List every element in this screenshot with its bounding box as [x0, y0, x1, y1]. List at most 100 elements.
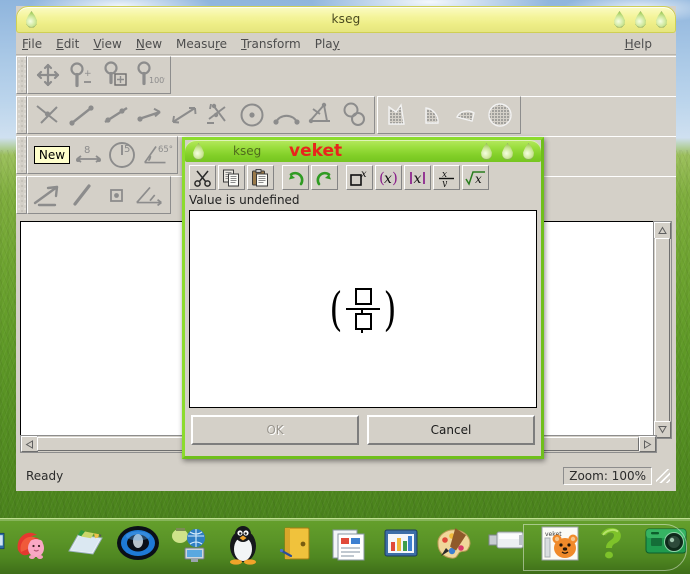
copy-button[interactable] — [218, 165, 245, 190]
taskbar-item-text-editor[interactable] — [59, 521, 112, 572]
main-titlebar[interactable]: kseg — [16, 6, 676, 33]
circle-sector-button[interactable] — [415, 98, 449, 132]
taskbar: veket — [0, 518, 690, 574]
ray-button[interactable] — [99, 98, 133, 132]
taskbar-item-files[interactable] — [270, 521, 323, 572]
menu-edit[interactable]: Edit — [56, 37, 79, 51]
taskbar-item-office[interactable] — [323, 521, 376, 572]
taskbar-item-camera[interactable] — [639, 521, 690, 572]
new-measurement-button[interactable]: New — [28, 138, 72, 172]
measure-angle-button[interactable]: 65° — [140, 138, 174, 172]
maximize-drop-button[interactable] — [633, 11, 646, 27]
new-label: New — [34, 146, 70, 164]
menu-play[interactable]: Play — [315, 37, 340, 51]
vector-button[interactable] — [133, 98, 167, 132]
absolute-x-icon[interactable]: x — [404, 165, 431, 190]
segment-button[interactable] — [65, 98, 99, 132]
minimize-drop-button[interactable] — [479, 143, 492, 159]
taskbar-item-paint[interactable] — [428, 521, 481, 572]
main-window-title: kseg — [17, 7, 675, 32]
taskbar-item-veket-app[interactable]: veket — [534, 521, 587, 572]
canvas-vertical-scrollbar[interactable] — [653, 221, 672, 439]
undo-button[interactable] — [282, 165, 309, 190]
ok-button[interactable]: OK — [191, 415, 359, 445]
redo-button[interactable] — [311, 165, 338, 190]
box-superscript-x-icon[interactable]: x — [346, 165, 373, 190]
taskbar-item-spreadsheet[interactable] — [375, 521, 428, 572]
dialog-titlebar[interactable]: kseg veket — [185, 140, 541, 162]
waterdrop-icon[interactable] — [191, 143, 204, 162]
close-drop-button[interactable] — [521, 143, 534, 159]
parenthesized-x-icon[interactable]: (x) — [375, 165, 402, 190]
scroll-up-button[interactable] — [654, 222, 671, 239]
menubar: File Edit View New Measure Transform Pla… — [16, 33, 676, 55]
denominator-placeholder[interactable] — [355, 313, 372, 330]
resize-grip-icon[interactable] — [656, 469, 670, 483]
vertical-scroll-thumb[interactable] — [655, 238, 670, 422]
toolbar-drag-handle[interactable] — [16, 136, 27, 174]
svg-text:+: + — [84, 69, 92, 79]
numerator-placeholder[interactable] — [355, 288, 372, 305]
cancel-button[interactable]: Cancel — [367, 415, 535, 445]
maximize-drop-button[interactable] — [500, 143, 513, 159]
menu-file[interactable]: File — [22, 37, 42, 51]
taskbar-item-media-player[interactable] — [112, 521, 165, 572]
fraction-bar — [346, 308, 380, 310]
zoom-in-out-tool-button[interactable]: + — [65, 58, 99, 92]
filled-polygon-button[interactable] — [381, 98, 415, 132]
pan-tool-button[interactable] — [31, 58, 65, 92]
menu-transform[interactable]: Transform — [241, 37, 301, 51]
measure-arc-length-button[interactable]: 5 — [106, 138, 140, 172]
line-button[interactable] — [167, 98, 201, 132]
toolbar-row-1: + 100% — [16, 55, 676, 95]
taskbar-item-help[interactable] — [586, 521, 639, 572]
reflect-button[interactable] — [133, 178, 167, 212]
scroll-left-button[interactable] — [21, 436, 38, 452]
statusbar: Ready Zoom: 100% — [20, 465, 672, 487]
translate-button[interactable] — [31, 178, 65, 212]
perpendicular-button[interactable] — [201, 98, 235, 132]
taskbar-item-browser[interactable] — [6, 521, 59, 572]
formula-expression: ( ) — [327, 288, 399, 330]
minimize-drop-button[interactable] — [612, 11, 625, 27]
measure-toolbar: New 8 5 65° — [27, 136, 178, 174]
scale-button[interactable] — [65, 178, 99, 212]
toolbar-drag-handle[interactable] — [16, 56, 27, 94]
rotate-button[interactable] — [99, 178, 133, 212]
scroll-right-button[interactable] — [639, 436, 656, 452]
taskbar-items: veket — [0, 523, 690, 571]
construction-toolbar — [27, 96, 375, 134]
circle-with-center-button[interactable] — [235, 98, 269, 132]
left-paren: ( — [330, 289, 343, 329]
taskbar-item-system[interactable] — [217, 521, 270, 572]
fill-toolbar — [377, 96, 521, 134]
formula-editor[interactable]: ( ) — [189, 210, 537, 408]
toolbar-row-2 — [16, 95, 676, 135]
cut-button[interactable] — [189, 165, 216, 190]
menu-new[interactable]: New — [136, 37, 162, 51]
sqrt-x-icon[interactable]: x — [462, 165, 489, 190]
intersection-point-button[interactable] — [31, 98, 65, 132]
menu-measure[interactable]: Measure — [176, 37, 227, 51]
paste-button[interactable] — [247, 165, 274, 190]
zoom-fit-tool-button[interactable] — [99, 58, 133, 92]
two-circles-button[interactable] — [337, 98, 371, 132]
measure-distance-button[interactable]: 8 — [72, 138, 106, 172]
toolbar-drag-handle[interactable] — [16, 96, 27, 134]
zoom-100-tool-button[interactable]: 100% — [133, 58, 167, 92]
close-drop-button[interactable] — [654, 11, 667, 27]
x-over-y-icon[interactable]: xy — [433, 165, 460, 190]
svg-text:x: x — [361, 169, 367, 180]
svg-text:x: x — [384, 171, 392, 187]
toolbar-drag-handle[interactable] — [16, 176, 27, 214]
circle-segment-button[interactable] — [449, 98, 483, 132]
taskbar-item-usb[interactable] — [481, 521, 534, 572]
taskbar-item-network[interactable] — [164, 521, 217, 572]
arc-button[interactable] — [269, 98, 303, 132]
svg-text:y: y — [441, 179, 448, 187]
locus-triangle-button[interactable] — [303, 98, 337, 132]
filled-circle-button[interactable] — [483, 98, 517, 132]
menu-help[interactable]: Help — [625, 37, 652, 51]
expression-dialog: kseg veket x (x) x — [182, 137, 544, 459]
menu-view[interactable]: View — [93, 37, 121, 51]
